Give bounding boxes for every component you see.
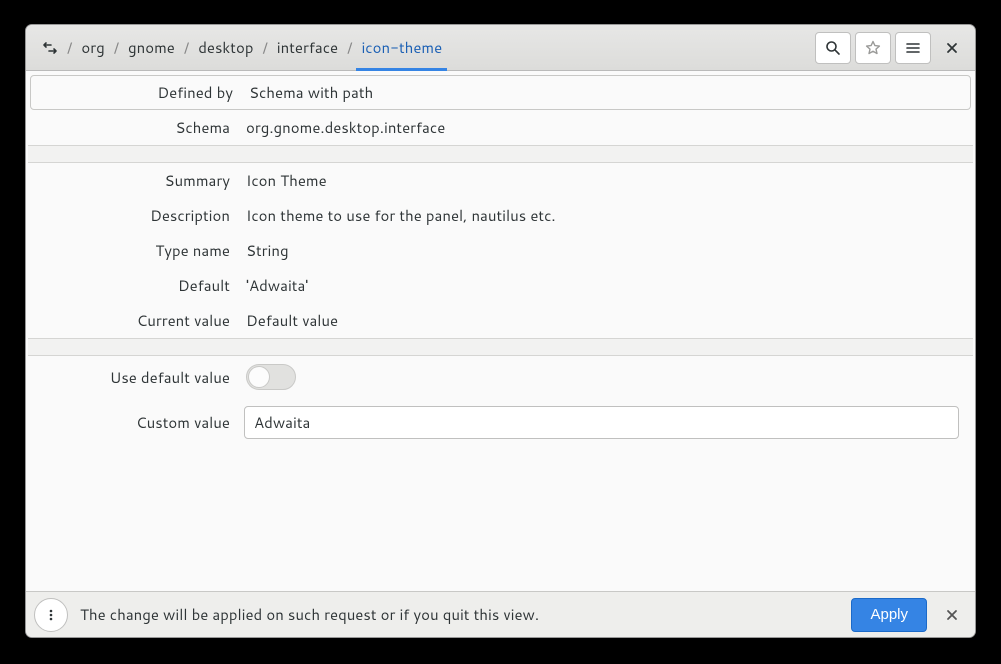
search-icon bbox=[825, 40, 841, 56]
actionbar: The change will be applied on such reque… bbox=[26, 591, 975, 637]
current-value-value: Default value bbox=[244, 310, 959, 331]
star-icon bbox=[865, 40, 881, 56]
row-defined-by: Defined by Schema with path bbox=[30, 75, 971, 110]
hamburger-icon bbox=[905, 40, 921, 56]
more-actions-button[interactable] bbox=[34, 598, 68, 632]
row-use-default: Use default value bbox=[28, 356, 973, 398]
breadcrumb: / org / gnome / desktop / interface / ic… bbox=[40, 25, 815, 70]
breadcrumb-item-gnome[interactable]: gnome bbox=[126, 25, 177, 70]
close-icon bbox=[946, 609, 958, 621]
breadcrumb-separator: / bbox=[184, 37, 189, 58]
group-divider bbox=[28, 338, 973, 356]
breadcrumb-separator: / bbox=[67, 37, 72, 58]
close-icon bbox=[946, 42, 958, 54]
use-default-label: Use default value bbox=[42, 367, 244, 388]
typename-label: Type name bbox=[42, 240, 244, 261]
settings-editor-window: / org / gnome / desktop / interface / ic… bbox=[25, 24, 976, 638]
row-current-value: Current value Default value bbox=[28, 303, 973, 338]
menu-button[interactable] bbox=[895, 32, 931, 64]
window-close-button[interactable] bbox=[935, 32, 969, 64]
row-summary: Summary Icon Theme bbox=[28, 163, 973, 198]
use-default-switch[interactable] bbox=[246, 364, 296, 390]
default-label: Default bbox=[42, 275, 244, 296]
row-custom-value: Custom value bbox=[28, 398, 973, 446]
defined-by-value: Schema with path bbox=[247, 82, 956, 103]
custom-value-input[interactable] bbox=[244, 406, 959, 439]
default-value: 'Adwaita' bbox=[244, 275, 959, 296]
row-description: Description Icon theme to use for the pa… bbox=[28, 198, 973, 233]
breadcrumb-separator: / bbox=[262, 37, 267, 58]
description-label: Description bbox=[42, 205, 244, 226]
bookmark-button[interactable] bbox=[855, 32, 891, 64]
breadcrumb-separator: / bbox=[114, 37, 119, 58]
schema-label: Schema bbox=[42, 117, 244, 138]
content-area: Defined by Schema with path Schema org.g… bbox=[26, 71, 975, 591]
typename-value: String bbox=[244, 240, 959, 261]
row-default: Default 'Adwaita' bbox=[28, 268, 973, 303]
breadcrumb-item-icon-theme[interactable]: icon-theme bbox=[359, 25, 444, 70]
home-icon[interactable] bbox=[40, 25, 60, 70]
breadcrumb-separator: / bbox=[347, 37, 352, 58]
breadcrumb-item-desktop[interactable]: desktop bbox=[196, 25, 255, 70]
breadcrumb-item-org[interactable]: org bbox=[79, 25, 106, 70]
actionbar-message: The change will be applied on such reque… bbox=[76, 604, 843, 625]
more-vertical-icon bbox=[44, 608, 58, 622]
use-default-switch-wrapper bbox=[244, 364, 959, 390]
row-schema: Schema org.gnome.desktop.interface bbox=[28, 110, 973, 145]
dismiss-actionbar-button[interactable] bbox=[935, 598, 969, 632]
summary-value: Icon Theme bbox=[244, 170, 959, 191]
row-typename: Type name String bbox=[28, 233, 973, 268]
schema-value: org.gnome.desktop.interface bbox=[244, 117, 959, 138]
breadcrumb-item-interface[interactable]: interface bbox=[275, 25, 340, 70]
headerbar: / org / gnome / desktop / interface / ic… bbox=[26, 25, 975, 71]
apply-button[interactable]: Apply bbox=[851, 598, 927, 632]
header-actions bbox=[815, 32, 969, 64]
description-value: Icon theme to use for the panel, nautilu… bbox=[244, 205, 959, 226]
defined-by-label: Defined by bbox=[45, 82, 247, 103]
group-divider bbox=[28, 145, 973, 163]
current-value-label: Current value bbox=[42, 310, 244, 331]
summary-label: Summary bbox=[42, 170, 244, 191]
search-button[interactable] bbox=[815, 32, 851, 64]
custom-value-label: Custom value bbox=[42, 412, 244, 433]
switch-knob bbox=[248, 366, 270, 388]
